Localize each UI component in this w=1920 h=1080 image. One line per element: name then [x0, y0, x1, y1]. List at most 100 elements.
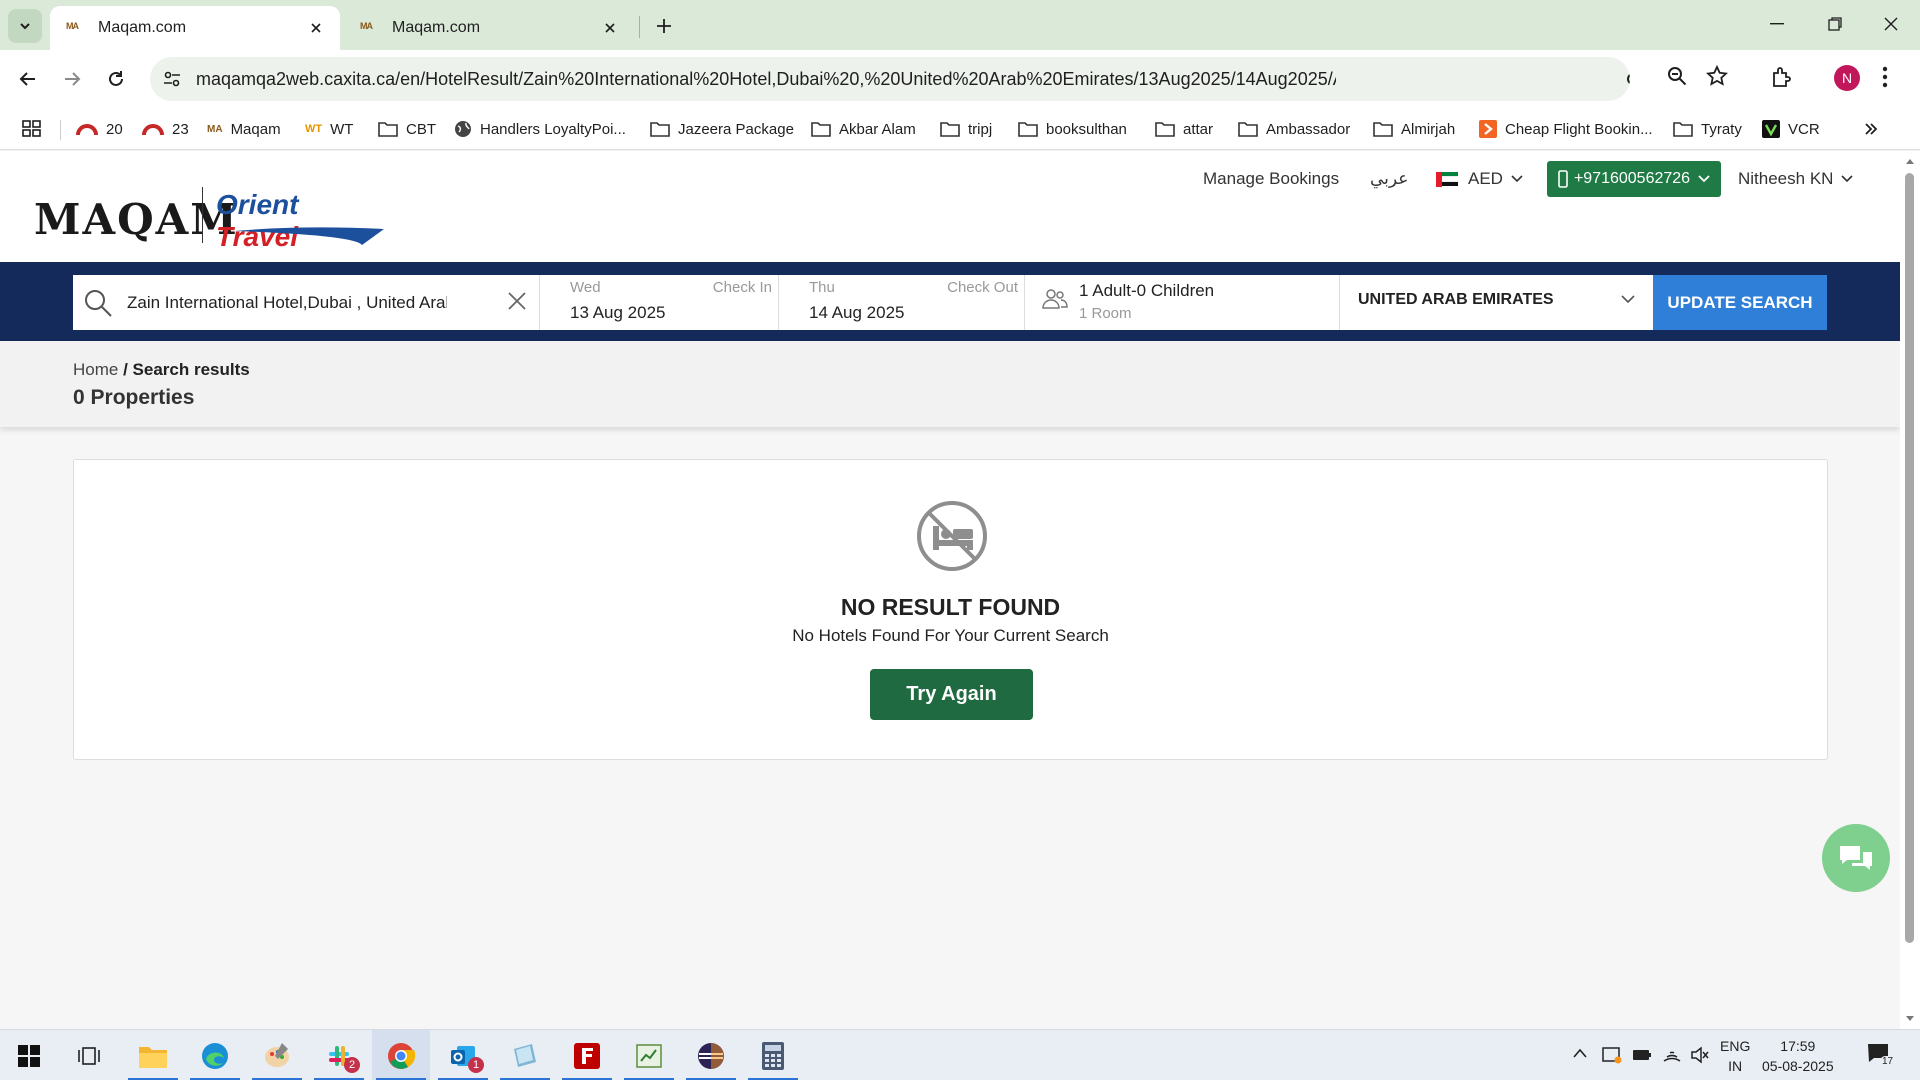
- bookmark-item[interactable]: Handlers LoyaltyPoi...: [454, 118, 626, 140]
- scrollbar-thumb[interactable]: [1905, 173, 1914, 943]
- breadcrumb: Home / Search results: [73, 360, 250, 380]
- notification-center-button[interactable]: 17: [1866, 1042, 1896, 1070]
- tab-search-button[interactable]: [8, 9, 42, 43]
- wifi-icon[interactable]: [1662, 1045, 1682, 1065]
- notes-app[interactable]: [496, 1030, 554, 1080]
- nationality-select[interactable]: UNITED ARAB EMIRATES: [1339, 275, 1653, 330]
- chevron-down-icon: [1511, 175, 1523, 183]
- hotel-search-bar: Zain International Hotel,Dubai , United …: [0, 262, 1900, 341]
- bookmark-label: Maqam: [230, 120, 281, 138]
- close-window-button[interactable]: [1862, 0, 1920, 48]
- plus-icon: [657, 19, 671, 33]
- battery-icon[interactable]: [1632, 1048, 1652, 1062]
- address-bar[interactable]: maqamqa2web.caxita.ca/en/HotelResult/Zai…: [150, 57, 1630, 101]
- browser-tab[interactable]: MA Maqam.com: [344, 6, 634, 50]
- check-out-field[interactable]: Thu Check Out 14 Aug 2025: [778, 275, 1024, 330]
- mobile-phone-icon: [1558, 170, 1568, 188]
- more-menu-icon[interactable]: [1882, 66, 1888, 88]
- folder-icon: [1373, 121, 1393, 137]
- bookmark-item[interactable]: MA Maqam: [207, 118, 281, 140]
- bookmark-item[interactable]: Almirjah: [1373, 118, 1455, 140]
- maqam-favicon: MA: [66, 21, 79, 31]
- country-value: UNITED ARAB EMIRATES: [1358, 291, 1554, 308]
- input-language[interactable]: ENG IN: [1720, 1036, 1750, 1076]
- bookmark-item[interactable]: Akbar Alam: [811, 118, 916, 140]
- more-bookmarks-button[interactable]: [1864, 118, 1878, 140]
- bookmark-item[interactable]: tripj: [940, 118, 992, 140]
- spreadsheet-app[interactable]: [620, 1030, 678, 1080]
- task-view-button[interactable]: [60, 1030, 118, 1080]
- no-result-subtitle: No Hotels Found For Your Current Search: [792, 626, 1109, 645]
- user-menu[interactable]: Nitheesh KN: [1738, 169, 1854, 189]
- extensions-icon[interactable]: [1770, 65, 1794, 89]
- bookmark-item[interactable]: Jazeera Package: [650, 118, 794, 140]
- bookmark-item[interactable]: 23: [142, 118, 189, 140]
- check-in-date: 13 Aug 2025: [570, 303, 666, 322]
- new-tab-button[interactable]: [650, 12, 678, 40]
- apps-button[interactable]: [22, 118, 42, 140]
- key-icon[interactable]: [1626, 70, 1630, 88]
- guests-field[interactable]: 1 Adult-0 Children 1 Room: [1024, 275, 1339, 330]
- filezilla-app[interactable]: [558, 1030, 616, 1080]
- destination-field[interactable]: Zain International Hotel,Dubai , United …: [73, 275, 539, 330]
- tab-close-icon[interactable]: [600, 18, 620, 38]
- back-button[interactable]: [12, 63, 44, 95]
- update-search-button[interactable]: UPDATE SEARCH: [1653, 275, 1827, 330]
- bookmark-item[interactable]: WT WT: [305, 118, 353, 140]
- bookmark-item[interactable]: Tyraty: [1673, 118, 1742, 140]
- phone-contact-button[interactable]: +971600562726: [1547, 161, 1721, 197]
- clear-destination-icon[interactable]: [507, 291, 527, 311]
- forward-button[interactable]: [56, 63, 88, 95]
- outlook-app[interactable]: 1: [434, 1030, 492, 1080]
- slack-app[interactable]: 2: [310, 1030, 368, 1080]
- profile-avatar[interactable]: N: [1834, 65, 1860, 91]
- bookmark-item[interactable]: Ambassador: [1238, 118, 1350, 140]
- page-scrollbar[interactable]: [1900, 151, 1920, 1029]
- calculator-app[interactable]: [744, 1030, 802, 1080]
- restore-button[interactable]: [1806, 0, 1864, 48]
- arabic-language-link[interactable]: عربي: [1370, 169, 1408, 189]
- system-clock[interactable]: 17:59 05-08-2025: [1762, 1036, 1834, 1076]
- minimize-icon: [1770, 23, 1784, 25]
- user-name: Nitheesh KN: [1738, 169, 1834, 188]
- rooms-summary: 1 Room: [1079, 305, 1132, 322]
- bookmark-item[interactable]: CBT: [378, 118, 436, 140]
- bookmark-item[interactable]: Cheap Flight Bookin...: [1479, 118, 1653, 140]
- currency-selector[interactable]: AED: [1436, 169, 1523, 189]
- zoom-icon[interactable]: [1666, 65, 1688, 87]
- chevron-up-icon[interactable]: [1572, 1047, 1588, 1059]
- chrome-app[interactable]: [372, 1030, 430, 1080]
- file-explorer-app[interactable]: [124, 1030, 182, 1080]
- meet-now-icon[interactable]: [1602, 1045, 1622, 1065]
- bookmark-item[interactable]: booksulthan: [1018, 118, 1127, 140]
- globe-icon: [454, 120, 472, 138]
- site-logo[interactable]: MAQAM Orient Travel: [34, 185, 384, 252]
- minimize-button[interactable]: [1748, 0, 1806, 48]
- manage-bookings-link[interactable]: Manage Bookings: [1203, 169, 1339, 189]
- bookmark-label: Handlers LoyaltyPoi...: [480, 120, 626, 138]
- bookmark-label: Jazeera Package: [678, 120, 794, 138]
- scroll-down-icon[interactable]: [1905, 1015, 1915, 1023]
- eclipse-app[interactable]: [682, 1030, 740, 1080]
- bookmark-label: 20: [106, 120, 123, 138]
- start-button[interactable]: [0, 1030, 58, 1080]
- chat-widget-button[interactable]: [1822, 824, 1890, 892]
- star-icon[interactable]: [1706, 65, 1728, 87]
- breadcrumb-home[interactable]: Home: [73, 360, 118, 379]
- paint-app[interactable]: [248, 1030, 306, 1080]
- browser-tab-active[interactable]: MA Maqam.com: [50, 6, 340, 50]
- tab-close-icon[interactable]: [306, 18, 326, 38]
- edge-app[interactable]: [186, 1030, 244, 1080]
- calculator-icon: [762, 1041, 784, 1070]
- scroll-up-icon[interactable]: [1905, 157, 1915, 165]
- bookmark-item[interactable]: 20: [76, 118, 123, 140]
- reload-button[interactable]: [100, 63, 132, 95]
- site-info-icon[interactable]: [162, 69, 182, 89]
- try-again-button[interactable]: Try Again: [870, 669, 1033, 720]
- bookmark-item[interactable]: VCR: [1762, 118, 1820, 140]
- destination-input[interactable]: Zain International Hotel,Dubai , United …: [127, 293, 447, 313]
- speaker-muted-icon[interactable]: [1690, 1045, 1710, 1065]
- bookmark-item[interactable]: attar: [1155, 118, 1213, 140]
- flight-icon: [1479, 120, 1497, 138]
- check-in-field[interactable]: Wed Check In 13 Aug 2025: [539, 275, 778, 330]
